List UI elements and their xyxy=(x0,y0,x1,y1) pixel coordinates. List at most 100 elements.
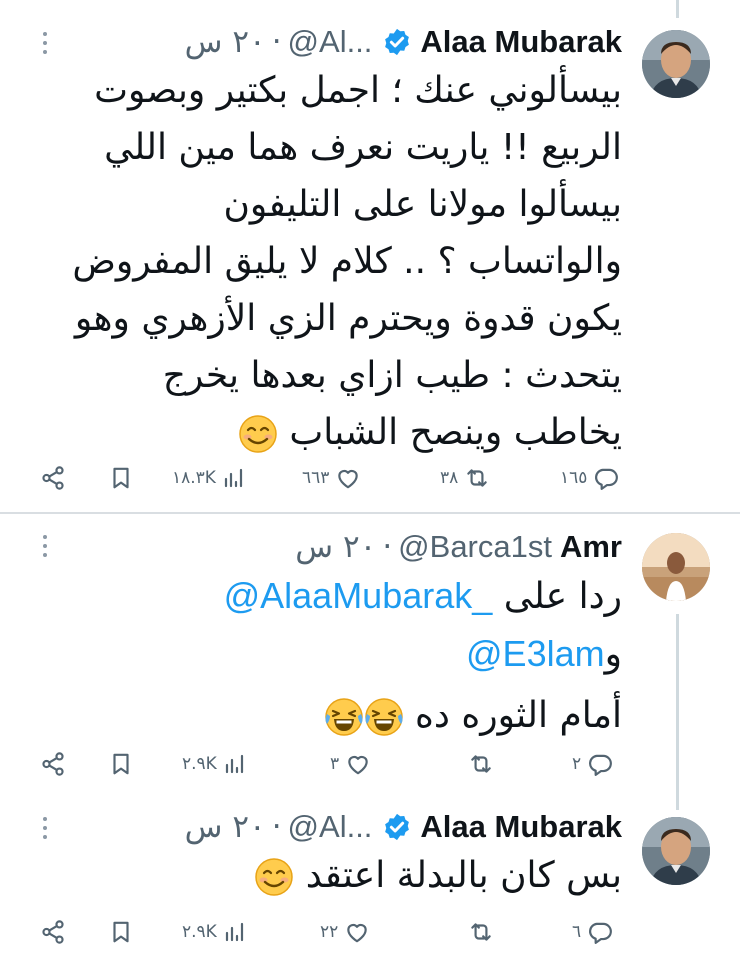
more-options-icon[interactable] xyxy=(38,28,52,58)
reply-button[interactable]: ٢ xyxy=(572,744,613,784)
share-icon xyxy=(40,919,66,945)
tweet[interactable]: Alaa Mubarak @Al... · ٢٠ س بس كان بالبدل… xyxy=(0,789,740,969)
avatar[interactable] xyxy=(642,30,710,98)
tweet-divider xyxy=(0,512,740,514)
conjunction: و xyxy=(604,634,622,675)
views-count: ١٨.٣K xyxy=(172,468,216,488)
reply-count: ٦ xyxy=(572,922,582,942)
reply-count: ١٦٥ xyxy=(560,468,588,488)
tweet-text: بيسألوني عنك ؛ اجمل بكتير وبصوت الربيع !… xyxy=(62,62,622,461)
heart-icon xyxy=(344,919,370,945)
like-count: ٣ xyxy=(330,754,340,774)
smiling-face-icon xyxy=(254,857,294,897)
like-count: ٦٦٣ xyxy=(302,468,330,488)
author-handle[interactable]: @Barca1st xyxy=(398,529,552,565)
reply-button[interactable]: ٦ xyxy=(572,912,613,952)
tweet-text-line-last: يخاطب وينصح الشباب xyxy=(62,404,622,461)
tweet-text: ردا على @AlaaMubarak_ و@E3lam أمام الثور… xyxy=(42,567,622,744)
reply-context: ردا على @AlaaMubarak_ xyxy=(42,567,622,625)
share-icon xyxy=(40,751,66,777)
reply-button[interactable]: ١٦٥ xyxy=(560,458,619,498)
like-button[interactable]: ٢٢ xyxy=(320,912,370,952)
retweet-count: ٣٨ xyxy=(440,468,459,488)
reply-icon xyxy=(587,751,613,777)
avatar[interactable] xyxy=(642,817,710,885)
verified-badge-icon xyxy=(382,812,412,842)
tweet-text-line: يتحدث : طيب ازاي بعدها يخرج xyxy=(162,355,622,396)
tweet-text-fragment: يخاطب وينصح الشباب xyxy=(289,412,622,453)
heart-icon xyxy=(335,465,361,491)
separator-dot: · xyxy=(271,24,282,60)
smiling-face-icon xyxy=(238,414,278,454)
timestamp[interactable]: ٢٠ س xyxy=(185,24,266,60)
mention-link[interactable]: @E3lam xyxy=(466,633,605,674)
action-bar: ١٨.٣K ٦٦٣ ٣٨ ١٦٥ xyxy=(40,458,620,498)
tweet-text-line: بس كان بالبدلة اعتقد xyxy=(62,847,622,904)
author-handle[interactable]: @Al... xyxy=(288,24,373,60)
laughing-tears-icon xyxy=(364,697,404,737)
tweet[interactable]: Amr @Barca1st · ٢٠ س ردا على @AlaaMubara… xyxy=(0,515,740,789)
retweet-icon xyxy=(468,751,494,777)
reply-prefix: ردا على xyxy=(503,576,622,617)
share-icon xyxy=(40,465,66,491)
timestamp[interactable]: ٢٠ س xyxy=(185,809,266,845)
retweet-icon xyxy=(468,919,494,945)
reply-count: ٢ xyxy=(572,754,582,774)
author-name[interactable]: Alaa Mubarak xyxy=(420,809,622,845)
tweet-text-line: بيسألوا مولانا على التليفون xyxy=(223,184,622,225)
like-button[interactable]: ٦٦٣ xyxy=(302,458,361,498)
retweet-button[interactable] xyxy=(468,912,494,952)
author-name[interactable]: Alaa Mubarak xyxy=(420,24,622,60)
share-button[interactable] xyxy=(40,912,66,952)
action-bar: ٢.٩K ٣ ٢ xyxy=(40,744,620,784)
tweet-header: Alaa Mubarak @Al... · ٢٠ س xyxy=(185,20,622,64)
retweet-button[interactable]: ٣٨ xyxy=(440,458,490,498)
views-icon xyxy=(223,920,247,944)
bookmark-button[interactable] xyxy=(108,912,134,952)
bookmark-button[interactable] xyxy=(108,744,134,784)
reply-icon xyxy=(587,919,613,945)
avatar[interactable] xyxy=(642,533,710,601)
more-options-icon[interactable] xyxy=(38,813,52,843)
laughing-tears-icon xyxy=(324,697,364,737)
share-button[interactable] xyxy=(40,744,66,784)
verified-badge-icon xyxy=(382,27,412,57)
more-options-icon[interactable] xyxy=(38,531,52,561)
separator-dot: · xyxy=(271,809,282,845)
separator-dot: · xyxy=(382,529,393,565)
tweet-text-line: الربيع !! ياريت نعرف هما مين اللي xyxy=(104,127,622,168)
like-count: ٢٢ xyxy=(320,922,339,942)
author-name[interactable]: Amr xyxy=(560,529,622,565)
like-button[interactable]: ٣ xyxy=(330,744,371,784)
views-button[interactable]: ١٨.٣K xyxy=(172,458,246,498)
timestamp[interactable]: ٢٠ س xyxy=(295,529,376,565)
tweet-text-fragment: بس كان بالبدلة اعتقد xyxy=(305,855,622,896)
action-bar: ٢.٩K ٢٢ ٦ xyxy=(40,912,620,952)
heart-icon xyxy=(345,751,371,777)
views-count: ٢.٩K xyxy=(182,922,217,942)
views-icon xyxy=(222,466,246,490)
share-button[interactable] xyxy=(40,458,66,498)
bookmark-icon xyxy=(108,751,134,777)
tweet-header: Amr @Barca1st · ٢٠ س xyxy=(295,525,622,569)
retweet-icon xyxy=(464,465,490,491)
bookmark-icon xyxy=(108,465,134,491)
tweet-text: بس كان بالبدلة اعتقد xyxy=(62,847,622,904)
tweet-text-line: أمام الثوره ده xyxy=(42,687,622,744)
author-handle[interactable]: @Al... xyxy=(288,809,373,845)
reply-context-2: و@E3lam xyxy=(42,625,622,683)
tweet-text-line: بيسألوني عنك ؛ اجمل بكتير وبصوت xyxy=(94,70,622,111)
tweet-header: Alaa Mubarak @Al... · ٢٠ س xyxy=(185,805,622,849)
retweet-button[interactable] xyxy=(468,744,494,784)
tweet-text-fragment: أمام الثوره ده xyxy=(415,695,622,736)
reply-icon xyxy=(593,465,619,491)
views-icon xyxy=(223,752,247,776)
views-button[interactable]: ٢.٩K xyxy=(182,744,247,784)
views-button[interactable]: ٢.٩K xyxy=(182,912,247,952)
bookmark-icon xyxy=(108,919,134,945)
tweet-text-line: والواتساب ؟ .. كلام لا يليق المفروض xyxy=(72,241,622,282)
bookmark-button[interactable] xyxy=(108,458,134,498)
tweet-text-line: يكون قدوة ويحترم الزي الأزهري وهو xyxy=(74,298,622,339)
tweet[interactable]: Alaa Mubarak @Al... · ٢٠ س بيسألوني عنك … xyxy=(0,0,740,515)
mention-link[interactable]: @AlaaMubarak_ xyxy=(224,575,493,616)
